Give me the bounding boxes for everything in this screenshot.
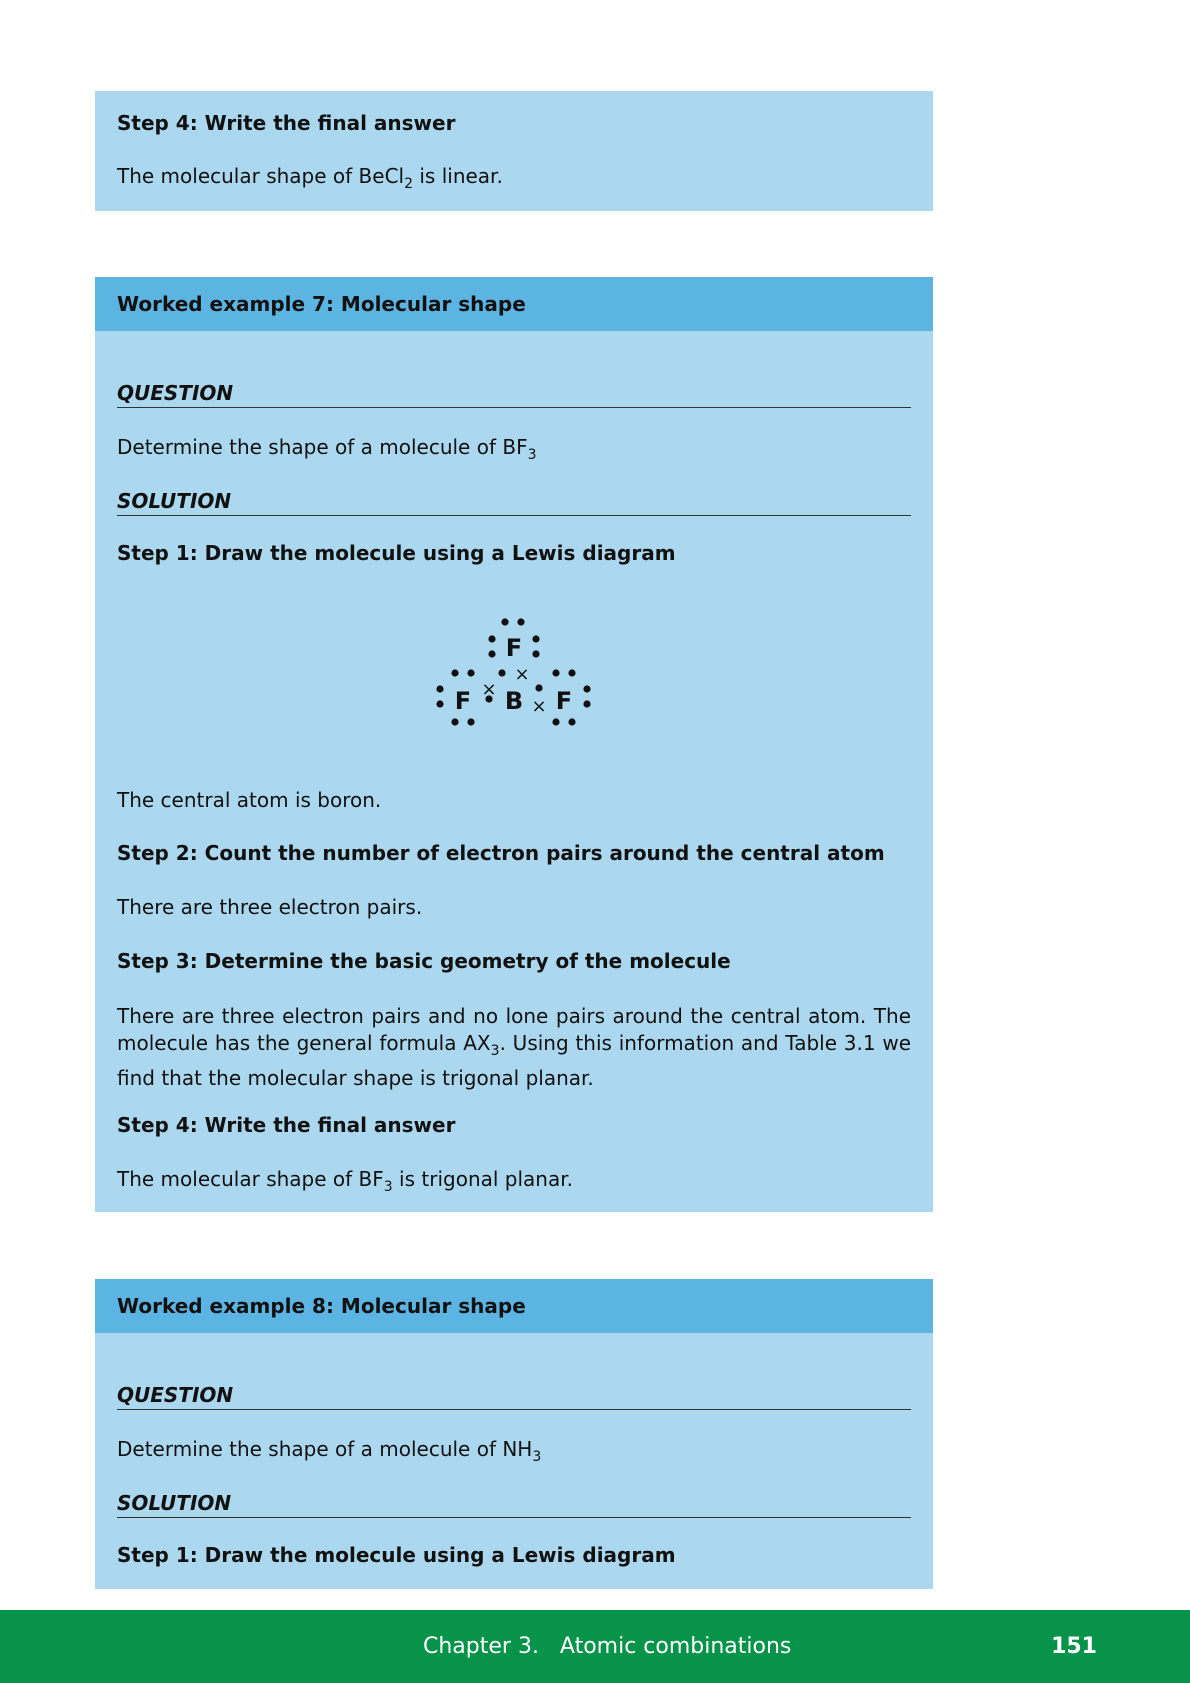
electron-dot — [535, 684, 543, 692]
page-footer: Chapter 3. Atomic combinations 151 — [0, 1610, 1190, 1683]
step1-heading: Step 1: Draw the molecule using a Lewis … — [117, 541, 676, 565]
electron-dot — [568, 669, 576, 677]
question-heading: QUESTION — [117, 1383, 911, 1410]
electron-dot — [568, 718, 576, 726]
final-answer-text: The molecular shape of BeCl2 is linear. — [117, 164, 503, 192]
solution-heading: SOLUTION — [117, 1491, 911, 1518]
step4-heading: Step 4: Write the final answer — [117, 111, 456, 135]
electron-dot — [583, 685, 591, 693]
step2-text: There are three electron pairs. — [117, 895, 423, 919]
example-title: Worked example 8: Molecular shape — [95, 1279, 933, 1333]
electron-dot — [467, 669, 475, 677]
question-heading: QUESTION — [117, 381, 911, 408]
worked-example-8: Worked example 8: Molecular shape QUESTI… — [95, 1279, 933, 1589]
electron-dot — [501, 618, 509, 626]
electron-dot — [532, 635, 540, 643]
worked-example-7: Worked example 7: Molecular shape QUESTI… — [95, 277, 933, 1212]
electron-dot — [451, 669, 459, 677]
chapter-title: Chapter 3. Atomic combinations — [423, 1634, 792, 1659]
electron-dot — [552, 718, 560, 726]
solution-heading: SOLUTION — [117, 489, 911, 516]
electron-cross: × — [481, 679, 496, 700]
final-answer-text: The molecular shape of BF3 is trigonal p… — [117, 1167, 573, 1195]
example-title: Worked example 7: Molecular shape — [95, 277, 933, 331]
step4-heading: Step 4: Write the final answer — [117, 1113, 456, 1137]
electron-cross: × — [531, 696, 546, 717]
electron-cross: × — [514, 664, 529, 685]
electron-dot — [488, 635, 496, 643]
electron-dot — [436, 700, 444, 708]
previous-example-box: Step 4: Write the final answer The molec… — [95, 91, 933, 211]
electron-dot — [451, 718, 459, 726]
electron-dot — [517, 618, 525, 626]
electron-dot — [498, 669, 506, 677]
step3-text: There are three electron pairs and no lo… — [117, 1004, 911, 1090]
step3-heading: Step 3: Determine the basic geometry of … — [117, 949, 731, 973]
page-number: 151 — [1051, 1634, 1097, 1659]
electron-dot — [488, 650, 496, 658]
center-atom: B — [505, 687, 523, 715]
electron-dot — [552, 669, 560, 677]
electron-dot — [467, 718, 475, 726]
electron-dot — [436, 685, 444, 693]
central-atom-text: The central atom is boron. — [117, 788, 382, 812]
question-text: Determine the shape of a molecule of NH3 — [117, 1437, 542, 1465]
right-atom: F — [556, 687, 572, 715]
question-text: Determine the shape of a molecule of BF3 — [117, 435, 537, 463]
left-atom: F — [455, 687, 471, 715]
lewis-diagram-bf3: F × F × B × F — [436, 618, 591, 726]
step1-heading: Step 1: Draw the molecule using a Lewis … — [117, 1543, 676, 1567]
electron-dot — [532, 650, 540, 658]
step2-heading: Step 2: Count the number of electron pai… — [117, 841, 885, 865]
electron-dot — [583, 700, 591, 708]
top-atom: F — [506, 634, 522, 662]
